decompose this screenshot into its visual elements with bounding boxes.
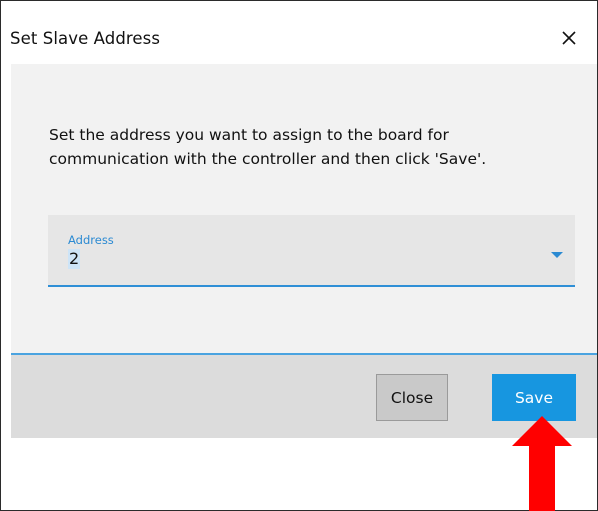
save-button[interactable]: Save [492, 374, 576, 421]
instructions-text: Set the address you want to assign to th… [49, 126, 487, 168]
set-slave-address-dialog: Set Slave Address Set the address you wa… [0, 0, 598, 511]
address-dropdown[interactable]: Address 2 [48, 215, 575, 287]
dialog-content: Set the address you want to assign to th… [11, 64, 597, 353]
dialog-title: Set Slave Address [10, 29, 161, 48]
address-value[interactable]: 2 [68, 249, 81, 269]
address-label: Address [68, 233, 114, 247]
chevron-down-icon[interactable] [550, 250, 564, 260]
arrow-up-icon [512, 416, 572, 511]
close-button[interactable]: Close [376, 374, 448, 421]
title-bar: Set Slave Address [1, 1, 597, 63]
dialog-footer: Close Save [11, 355, 597, 438]
close-icon[interactable] [558, 27, 580, 49]
